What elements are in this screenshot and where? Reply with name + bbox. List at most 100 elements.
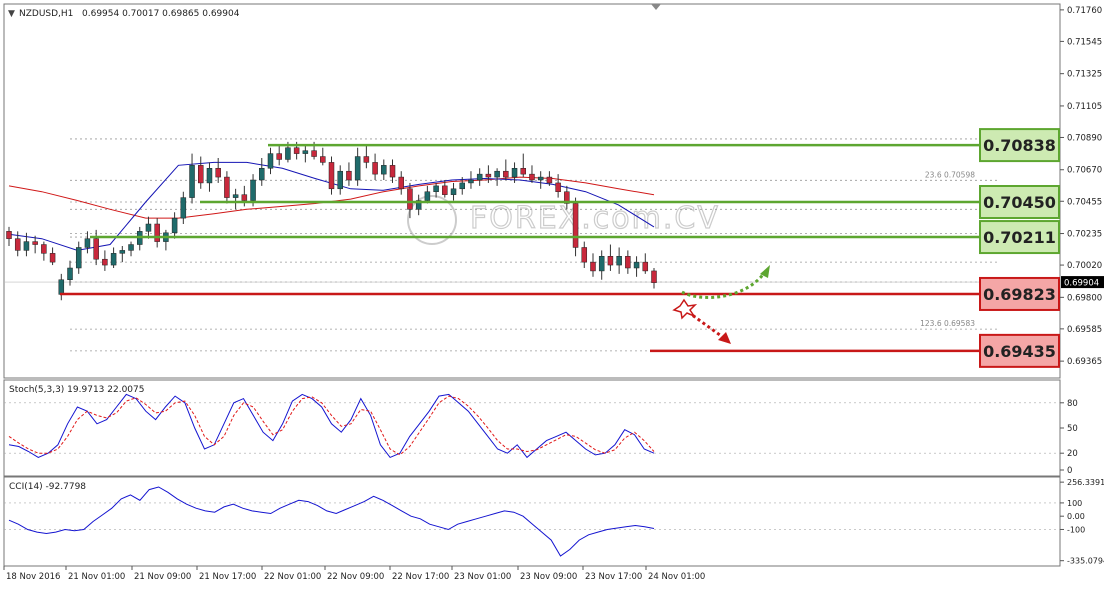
x-tick-label: 22 Nov 01:00 [264,572,321,582]
candle-bullish [616,256,622,266]
y-tick-label: 0.71105 [1067,102,1102,112]
candle-bearish [198,165,204,184]
x-tick-label: 18 Nov 2016 [6,572,60,582]
candle-bullish [180,197,187,219]
candle-bullish [119,250,126,254]
x-tick-label: 24 Nov 01:00 [648,572,705,582]
candle-bearish [6,231,12,239]
level-label: 0.70211 [983,228,1056,247]
stoch-y-label: 0 [1067,466,1072,476]
cci-y-label: 0.00 [1067,512,1085,521]
candle-bullish [450,188,457,195]
candle-bullish [494,170,500,178]
y-tick-label: 0.69800 [1067,293,1102,303]
candle-bullish [145,223,152,232]
level-label: 0.69435 [983,342,1056,361]
candle-bullish [259,168,265,181]
candle-bullish [337,170,343,190]
candle-bearish [320,156,326,163]
y-tick-label: 0.71545 [1067,37,1102,47]
candle-bearish [503,170,509,178]
x-tick-label: 23 Nov 01:00 [454,572,511,582]
candle-bearish [520,168,527,175]
chart-ohlc: 0.69954 0.70017 0.69865 0.69904 [82,9,240,19]
cci-y-label: 100 [1067,499,1082,508]
cci-y-label: -100 [1067,525,1085,534]
candle-bullish [232,194,239,198]
y-tick-label: 0.70670 [1067,166,1102,176]
main-panel-frame [3,3,1061,379]
candle-bearish [102,258,108,266]
chart-header-dropdown-icon[interactable]: ▼ [8,9,15,19]
candle-bearish [154,223,160,242]
candle-bearish [363,156,370,163]
candle-bullish [598,256,605,272]
candle-bullish [511,168,518,178]
candle-bearish [14,238,21,251]
candle-bullish [285,147,291,160]
candle-bearish [607,256,614,266]
candle-bearish [407,188,413,210]
candle-bullish [250,179,256,201]
y-tick-label: 0.69365 [1067,357,1102,367]
candle-bullish [206,168,213,184]
candle-bearish [529,173,535,181]
x-tick-label: 22 Nov 09:00 [327,572,384,582]
fib-label: 23.6 0.70598 [925,170,975,179]
y-tick-label: 0.69585 [1067,325,1102,335]
candle-bullish [110,253,117,266]
candle-bearish [311,150,317,157]
y-tick-label: 0.70890 [1067,133,1102,143]
candle-bearish [398,176,404,190]
watermark-text: FOREX.com.CV [470,201,720,236]
candle-bearish [590,261,596,272]
candle-bearish [49,253,56,263]
candle-bullish [633,261,640,269]
candle-bullish [84,238,91,248]
candle-bullish [23,241,30,251]
candle-bullish [75,247,82,269]
candle-bullish [537,176,544,181]
cci-y-label: 256.3391 [1067,478,1104,487]
candle-bullish [381,165,387,175]
candle-bearish [328,162,335,190]
cci-y-label: -335.0794 [1067,557,1104,566]
candle-bullish [171,217,178,234]
candle-bearish [372,162,378,175]
current-price-label: 0.69904 [1064,279,1099,289]
candle-bearish [346,170,352,181]
candle-bearish [41,244,47,254]
x-tick-label: 22 Nov 17:00 [392,572,449,582]
candle-bullish [468,179,474,184]
candle-bearish [215,168,221,178]
stoch-panel-frame [3,379,1061,477]
candle-bullish [424,191,431,201]
candle-bullish [67,267,73,280]
x-tick-label: 21 Nov 01:00 [68,572,125,582]
level-label: 0.69823 [983,285,1056,304]
candle-bullish [58,279,65,295]
x-tick-label: 23 Nov 17:00 [585,572,642,582]
candle-bearish [485,173,492,178]
candle-bearish [389,165,396,178]
level-label: 0.70450 [983,193,1056,212]
candle-bearish [224,176,230,198]
candle-bullish [433,185,439,192]
x-tick-label: 21 Nov 17:00 [199,572,256,582]
candle-bullish [302,150,309,154]
level-label: 0.70838 [983,136,1056,155]
candle-bearish [442,185,448,195]
fib-label: 123.6 0.69583 [920,319,975,328]
stoch-title: Stoch(5,3,3) 19.9713 22.0075 [9,385,144,395]
candle-bullish [354,156,361,181]
y-tick-label: 0.70455 [1067,197,1102,207]
chart-window: ▼ NZDUSD,H1 0.69954 0.70017 0.69865 0.69… [0,0,1104,588]
y-tick-label: 0.71760 [1067,6,1102,16]
stoch-y-label: 20 [1067,449,1078,459]
stoch-y-label: 80 [1067,399,1078,409]
stoch-y-label: 50 [1067,424,1078,434]
y-tick-label: 0.71325 [1067,70,1102,80]
candle-bearish [581,247,588,263]
candle-bearish [642,261,649,272]
cci-panel-frame [3,476,1061,567]
